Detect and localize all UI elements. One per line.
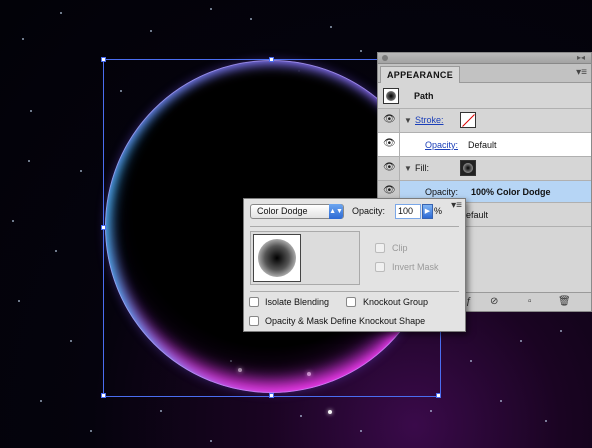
star xyxy=(40,400,42,402)
opacity-input[interactable]: 100 xyxy=(395,204,421,219)
trash-icon[interactable]: 🗑 xyxy=(558,296,571,307)
knockout-group-label: Knockout Group xyxy=(363,297,429,307)
bbox-handle-top[interactable] xyxy=(269,57,274,62)
blend-mode-select[interactable]: Color Dodge ▲▼ xyxy=(250,204,344,219)
opacity-label: Opacity: xyxy=(352,206,386,216)
star xyxy=(30,110,32,112)
sparkle xyxy=(328,410,332,414)
star xyxy=(60,12,62,14)
star xyxy=(28,160,30,162)
fill-row[interactable]: 👁 ▼ Fill: xyxy=(378,157,591,181)
star xyxy=(470,360,472,362)
star xyxy=(160,410,162,412)
opacity-mask-knockout-label: Opacity & Mask Define Knockout Shape xyxy=(265,316,426,326)
star xyxy=(430,410,432,412)
panel-tabbar: APPEARANCE ▾≡ xyxy=(378,64,591,83)
fill-gradient-swatch[interactable] xyxy=(460,160,476,176)
isolate-blending-checkbox[interactable] xyxy=(249,297,259,307)
clip-checkbox[interactable] xyxy=(375,243,385,253)
knockout-group-checkbox[interactable] xyxy=(346,297,356,307)
star xyxy=(360,50,362,52)
star xyxy=(80,170,82,172)
opacity-mask-area[interactable] xyxy=(250,231,360,285)
invert-mask-checkbox[interactable] xyxy=(375,262,385,272)
invert-mask-label: Invert Mask xyxy=(392,262,439,272)
star xyxy=(18,300,20,302)
eye-icon[interactable]: 👁 xyxy=(383,114,396,125)
star xyxy=(520,340,522,342)
star xyxy=(22,38,24,40)
stroke-opacity-row[interactable]: 👁 Opacity: Default xyxy=(378,133,591,157)
object-type-label: Path xyxy=(414,91,434,101)
stroke-label[interactable]: Stroke: xyxy=(415,115,444,125)
bbox-handle-left[interactable] xyxy=(101,225,106,230)
dropdown-arrow-icon[interactable]: ▲▼ xyxy=(329,204,343,219)
object-thumbnail[interactable] xyxy=(253,234,301,282)
stepper-arrow-icon[interactable]: ▶ xyxy=(422,204,433,219)
collapse-icon[interactable]: ▸◂ xyxy=(577,53,585,63)
clip-label: Clip xyxy=(392,243,408,253)
close-icon[interactable] xyxy=(382,55,388,61)
bbox-handle-bottom-right[interactable] xyxy=(436,393,441,398)
fx-icon[interactable]: ƒ xyxy=(466,296,472,307)
star xyxy=(210,8,212,10)
bbox-handle-top-left[interactable] xyxy=(101,57,106,62)
new-item-icon[interactable]: ▫ xyxy=(528,296,532,307)
eye-icon[interactable]: 👁 xyxy=(383,162,396,173)
bbox-handle-bottom-left[interactable] xyxy=(101,393,106,398)
path-thumbnail xyxy=(383,88,399,104)
star xyxy=(250,18,252,20)
star xyxy=(150,30,152,32)
eye-icon[interactable]: 👁 xyxy=(383,185,396,196)
panel-titlebar[interactable]: ▸◂ xyxy=(378,53,591,64)
bbox-handle-bottom[interactable] xyxy=(269,393,274,398)
percent-sign: % xyxy=(434,206,443,216)
opacity-mask-knockout-checkbox[interactable] xyxy=(249,316,259,326)
star xyxy=(70,340,72,342)
fill-opacity-value: 100% Color Dodge xyxy=(471,187,551,197)
stroke-opacity-value: Default xyxy=(468,140,497,150)
triangle-down-icon[interactable]: ▼ xyxy=(404,164,412,173)
fill-label: Fill: xyxy=(415,163,429,173)
no-stroke-swatch[interactable] xyxy=(460,112,476,128)
star xyxy=(330,26,332,28)
no-icon[interactable]: ⊘ xyxy=(490,296,498,307)
fill-opacity-label[interactable]: Opacity: xyxy=(425,187,458,197)
stroke-row[interactable]: 👁 ▼ Stroke: xyxy=(378,109,591,133)
star xyxy=(12,220,14,222)
star xyxy=(500,400,502,402)
divider xyxy=(250,291,459,292)
blend-mode-value: Color Dodge xyxy=(257,206,308,216)
star xyxy=(90,430,92,432)
partial-row-label: efault xyxy=(466,210,489,220)
star xyxy=(300,415,302,417)
transparency-popup: Color Dodge ▲▼ Opacity: 100 ▶ % ▾≡ Clip … xyxy=(243,198,466,332)
star xyxy=(545,420,547,422)
isolate-blending-label: Isolate Blending xyxy=(265,297,330,307)
panel-menu-icon[interactable]: ▾≡ xyxy=(451,200,462,211)
triangle-down-icon[interactable]: ▼ xyxy=(404,116,412,125)
stroke-opacity-label[interactable]: Opacity: xyxy=(425,140,458,150)
path-row[interactable]: Path xyxy=(378,83,591,109)
panel-menu-icon[interactable]: ▾≡ xyxy=(576,67,587,78)
tab-appearance[interactable]: APPEARANCE xyxy=(380,66,461,83)
eye-icon[interactable]: 👁 xyxy=(383,138,396,149)
divider xyxy=(250,226,459,227)
star xyxy=(360,430,362,432)
star xyxy=(560,330,562,332)
star xyxy=(210,440,212,442)
star xyxy=(55,250,57,252)
